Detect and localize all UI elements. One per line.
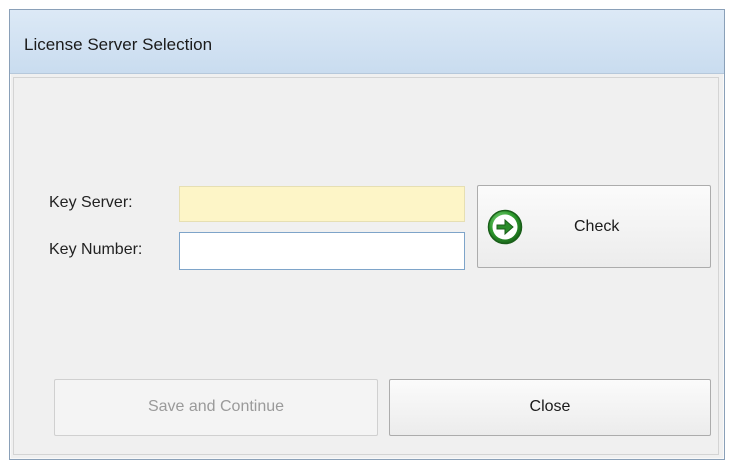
- save-and-continue-button[interactable]: Save and Continue: [54, 379, 378, 436]
- license-server-dialog: License Server Selection Key Server: Key…: [9, 9, 725, 460]
- key-server-label: Key Server:: [49, 194, 133, 211]
- save-and-continue-label: Save and Continue: [147, 398, 285, 415]
- key-server-input[interactable]: [179, 186, 465, 222]
- title-bar[interactable]: License Server Selection: [10, 10, 724, 74]
- green-right-arrow-icon: [487, 209, 523, 245]
- dialog-content: Key Server: Key Number: Check Save and C…: [13, 77, 719, 455]
- check-button-label: Check: [574, 218, 620, 235]
- window-title: License Server Selection: [24, 35, 213, 54]
- key-number-label: Key Number:: [49, 241, 143, 258]
- key-number-input[interactable]: [179, 232, 465, 270]
- check-button[interactable]: Check: [477, 185, 711, 268]
- close-button-label: Close: [529, 398, 571, 415]
- close-button[interactable]: Close: [389, 379, 711, 436]
